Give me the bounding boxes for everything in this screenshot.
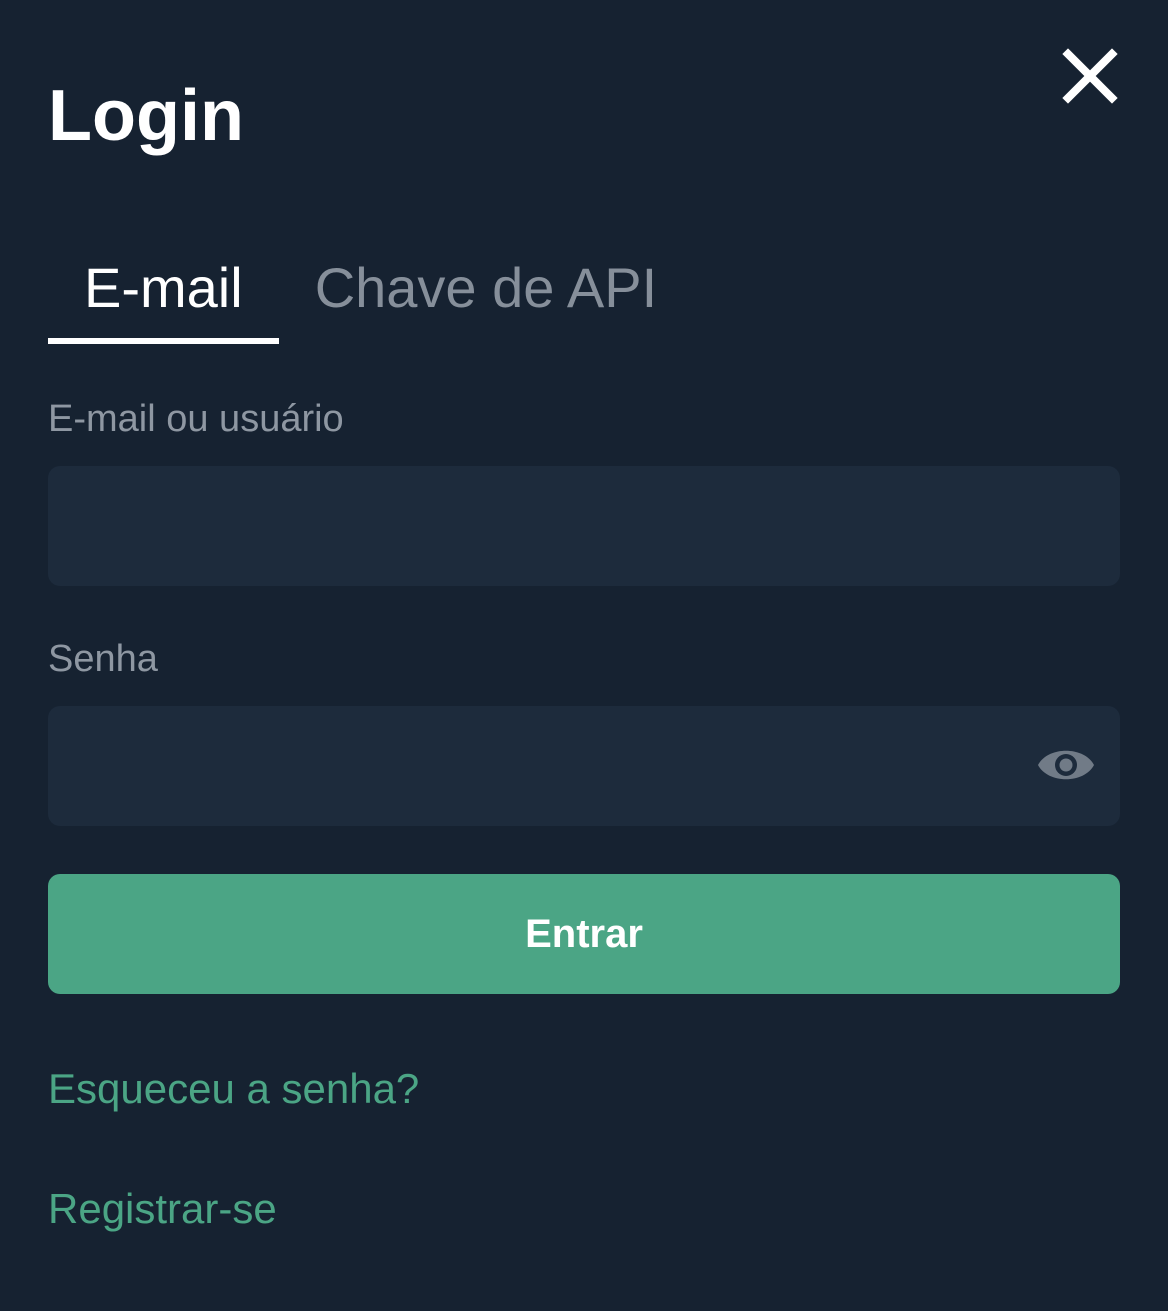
submit-button[interactable]: Entrar: [48, 874, 1120, 994]
register-link[interactable]: Registrar-se: [48, 1184, 277, 1234]
password-field-label: Senha: [48, 638, 158, 680]
forgot-password-link[interactable]: Esqueceu a senha?: [48, 1064, 419, 1114]
toggle-password-visibility-button[interactable]: [1036, 742, 1096, 788]
tab-api-key[interactable]: Chave de API: [279, 240, 693, 344]
eye-icon: [1038, 750, 1094, 780]
dialog-title: Login: [48, 76, 244, 156]
password-field[interactable]: [48, 706, 1120, 826]
email-field-label: E-mail ou usuário: [48, 398, 344, 440]
close-button[interactable]: [1060, 46, 1120, 106]
tab-email[interactable]: E-mail: [48, 240, 279, 344]
email-field[interactable]: [48, 466, 1120, 586]
close-icon: [1062, 48, 1118, 104]
login-method-tabs: E-mail Chave de API: [48, 240, 693, 348]
